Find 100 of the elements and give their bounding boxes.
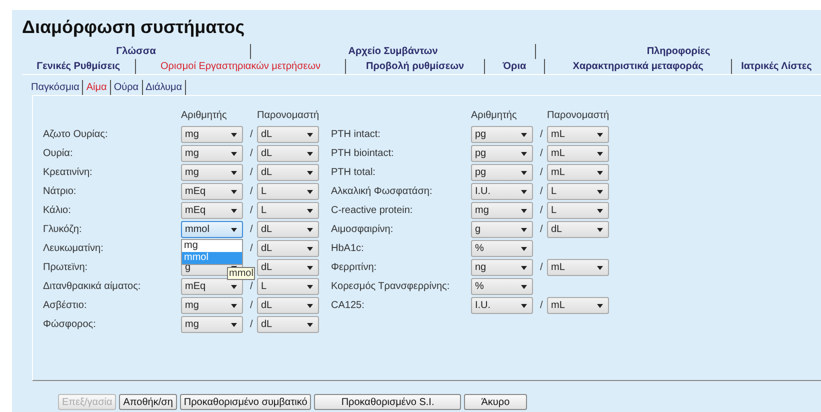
dropdown[interactable]: dL	[257, 126, 319, 143]
field-label: HbA1c:	[331, 243, 365, 254]
tab[interactable]: Παγκόσμια	[28, 80, 84, 95]
caret-icon	[521, 132, 527, 136]
dropdown[interactable]: %	[471, 278, 533, 295]
dropdown[interactable]: dL	[257, 221, 319, 238]
button[interactable]: Προκαθορισμένο S.I.	[314, 394, 462, 410]
field-label: Αλκαλική Φωσφατάση:	[331, 186, 434, 197]
dropdown[interactable]: pg	[471, 145, 533, 162]
caret-icon	[597, 132, 603, 136]
tab[interactable]: Ορισμοί Εργαστηριακών μετρήσεων	[136, 59, 346, 74]
caret-icon	[231, 304, 237, 308]
caret-icon	[307, 246, 313, 250]
field-label: Λευκωματίνη:	[43, 243, 104, 254]
caret-icon	[521, 170, 527, 174]
dropdown[interactable]: mg	[181, 126, 243, 143]
dropdown[interactable]: mL	[547, 145, 609, 162]
dropdown[interactable]: %	[471, 240, 533, 257]
dropdown[interactable]: dL	[257, 259, 319, 276]
caret-icon	[231, 132, 237, 136]
caret-icon	[307, 170, 313, 174]
dropdown[interactable]: pg	[471, 164, 533, 181]
caret-icon	[597, 190, 603, 194]
field-label: Ουρία:	[43, 148, 74, 159]
field-label: Διτανθρακικά αίματος:	[43, 281, 142, 292]
tab[interactable]: Ούρα	[110, 80, 143, 95]
caret-icon	[307, 322, 313, 326]
dropdown[interactable]: mg	[181, 316, 243, 333]
dropdown[interactable]: g	[471, 221, 533, 238]
dropdown[interactable]: dL	[547, 221, 609, 238]
dropdown[interactable]: L	[257, 202, 319, 219]
slash-separator: /	[249, 129, 253, 140]
tab[interactable]: Διάλυμα	[142, 80, 186, 95]
caret-icon	[521, 152, 527, 156]
dropdown[interactable]: ng	[471, 259, 533, 276]
field-label: PTH total:	[331, 167, 376, 178]
dropdown-option[interactable]: mg	[182, 240, 242, 252]
dropdown[interactable]: L	[547, 202, 609, 219]
column-header: Παρονομαστή	[257, 110, 320, 121]
caret-icon	[307, 266, 313, 270]
dropdown[interactable]: mEq	[181, 202, 243, 219]
dropdown[interactable]: I.U.	[471, 297, 533, 314]
caret-icon	[521, 266, 527, 270]
caret-icon	[231, 284, 237, 288]
caret-icon	[521, 190, 527, 194]
dropdown[interactable]: dL	[257, 240, 319, 257]
dropdown[interactable]: dL	[257, 145, 319, 162]
slash-separator: /	[539, 262, 543, 273]
button[interactable]: Προκαθορισμένο συμβατικό	[180, 394, 312, 410]
dropdown[interactable]: L	[257, 278, 319, 295]
caret-icon	[597, 228, 603, 232]
tab[interactable]: Προβολή ρυθμίσεων	[346, 59, 485, 74]
tab[interactable]: Χαρακτηριστικά μεταφοράς	[545, 59, 732, 74]
field-label: Κρεατινίνη:	[43, 167, 94, 178]
dropdown[interactable]: I.U.	[471, 183, 533, 200]
field-label: PTH intact:	[331, 129, 382, 140]
caret-icon	[307, 304, 313, 308]
slash-separator: /	[539, 186, 543, 197]
dropdown[interactable]: mg	[181, 145, 243, 162]
dropdown[interactable]: mEq	[181, 183, 243, 200]
caret-icon	[597, 304, 603, 308]
caret-icon	[231, 322, 237, 326]
caret-icon	[307, 228, 313, 232]
dropdown[interactable]: mL	[547, 259, 609, 276]
field-label: Κορεσμός Τρανσφερρίνης:	[331, 281, 451, 292]
field-label: PTH biointact:	[331, 148, 395, 159]
button[interactable]: Αποθήκ/ση	[119, 394, 177, 410]
dropdown[interactable]: mL	[547, 126, 609, 143]
slash-separator: /	[539, 300, 543, 311]
tab[interactable]: Ιατρικές Λίστες	[732, 59, 821, 74]
dropdown[interactable]: mL	[547, 297, 609, 314]
caret-icon	[521, 304, 527, 308]
button[interactable]: Άκυρο	[464, 394, 527, 410]
field-label: Φερριτίνη:	[331, 262, 378, 273]
dropdown[interactable]: dL	[257, 316, 319, 333]
caret-icon	[307, 132, 313, 136]
caret-icon	[521, 284, 527, 288]
dropdown[interactable]: L	[547, 183, 609, 200]
dropdown[interactable]: mmol	[181, 221, 243, 238]
slash-separator: /	[249, 224, 253, 235]
dropdown[interactable]: dL	[257, 164, 319, 181]
column-header: Αριθμητής	[471, 110, 518, 121]
slash-separator: /	[249, 243, 253, 254]
dropdown[interactable]: mL	[547, 164, 609, 181]
dropdown[interactable]: dL	[257, 297, 319, 314]
tab[interactable]: Πληροφορίες	[536, 44, 821, 59]
slash-separator: /	[249, 148, 253, 159]
dropdown[interactable]: mEq	[181, 278, 243, 295]
dropdown[interactable]: mg	[181, 297, 243, 314]
slash-separator: /	[249, 186, 253, 197]
caret-icon	[231, 152, 237, 156]
tab[interactable]: Όρια	[484, 59, 546, 74]
dropdown[interactable]: L	[257, 183, 319, 200]
tab[interactable]: Αίμα	[83, 80, 111, 95]
dropdown[interactable]: mg	[181, 164, 243, 181]
field-label: Γλυκόζη:	[43, 224, 83, 235]
dropdown[interactable]: pg	[471, 126, 533, 143]
dropdown[interactable]: mg	[471, 202, 533, 219]
caret-icon	[521, 228, 527, 232]
field-label: Αζωτο Ουρίας:	[43, 129, 109, 140]
